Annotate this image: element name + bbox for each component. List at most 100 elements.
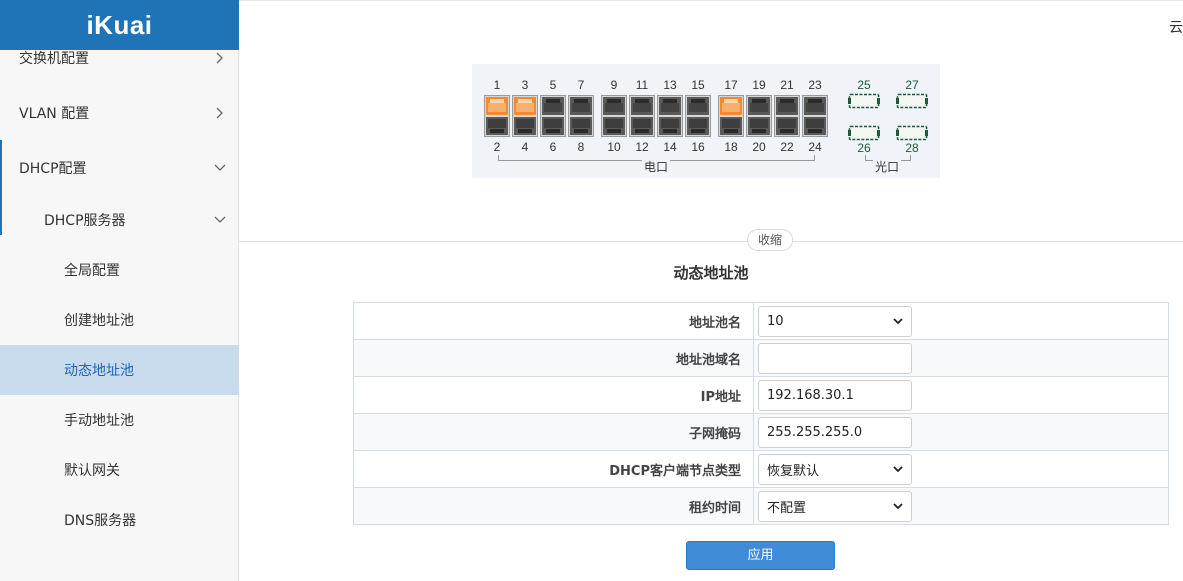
lease-time-value: 不配置 xyxy=(767,500,807,516)
node-type-value: 恢复默认 xyxy=(767,463,820,479)
sidebar-item-dns-server[interactable]: DNS服务器 xyxy=(0,495,239,545)
port-number-label: 12 xyxy=(635,140,649,154)
ip-address-label: IP地址 xyxy=(353,376,754,414)
form-row-node-type: DHCP客户端节点类型 恢复默认 xyxy=(353,450,1169,488)
ethernet-port-icon[interactable] xyxy=(657,95,683,137)
port-number-label: 16 xyxy=(691,140,705,154)
electric-port-label: 电口 xyxy=(642,158,671,175)
pool-name-value: 10 xyxy=(767,313,784,329)
sidebar-item-label: DHCP配置 xyxy=(19,161,87,177)
logo-bar: iKuai xyxy=(0,0,239,50)
sidebar-item-label: VLAN 配置 xyxy=(19,106,90,122)
pool-domain-input[interactable] xyxy=(758,342,912,374)
port-number-label: 7 xyxy=(577,78,585,92)
ethernet-port-icon[interactable] xyxy=(568,95,594,137)
optic-port-number-label: 26 xyxy=(857,141,871,155)
port-number-label: 23 xyxy=(808,78,822,92)
port-number-label: 1 xyxy=(493,78,501,92)
port-number-label: 10 xyxy=(607,140,621,154)
chevron-down-icon xyxy=(893,317,903,325)
top-right-text[interactable]: 云 xyxy=(1169,17,1183,37)
sidebar-item-label: 动态地址池 xyxy=(64,363,134,379)
ethernet-port-icon[interactable] xyxy=(718,95,744,137)
node-type-select[interactable]: 恢复默认 xyxy=(758,453,912,485)
optic-port-number-label: 28 xyxy=(905,141,919,155)
sidebar-item-label: 创建地址池 xyxy=(64,313,134,329)
sfp-port-icon[interactable] xyxy=(896,125,928,141)
optic-port-number-label: 27 xyxy=(905,78,919,92)
chevron-down-icon xyxy=(211,211,229,229)
sidebar-item-vlan-config[interactable]: VLAN 配置 xyxy=(0,88,239,138)
port-number-label: 2 xyxy=(493,140,501,154)
port-number-label: 21 xyxy=(780,78,794,92)
sidebar-item-label: 默认网关 xyxy=(64,463,120,479)
port-number-label: 4 xyxy=(521,140,529,154)
ethernet-port-icon[interactable] xyxy=(685,95,711,137)
sidebar-item-global-config[interactable]: 全局配置 xyxy=(0,245,239,295)
sidebar-item-label: DHCP服务器 xyxy=(44,213,126,229)
form-row-lease-time: 租约时间 不配置 xyxy=(353,487,1169,525)
chevron-down-icon xyxy=(211,159,229,177)
port-number-label: 20 xyxy=(752,140,766,154)
pool-name-select[interactable]: 10 xyxy=(758,305,912,337)
subnet-mask-input[interactable]: 255.255.255.0 xyxy=(758,416,912,448)
ethernet-port-icon[interactable] xyxy=(802,95,828,137)
ethernet-port-icon[interactable] xyxy=(484,95,510,137)
optic-port-label: 光口 xyxy=(873,158,902,175)
ethernet-port-icon[interactable] xyxy=(774,95,800,137)
ethernet-port-icon[interactable] xyxy=(601,95,627,137)
switch-port-panel: 电口 光口 1 2 3 4 5 6 7 8 9 10 11 12 13 14 15 16 17 18 19 20 21 2… xyxy=(472,64,940,178)
lease-time-select[interactable]: 不配置 xyxy=(758,490,912,522)
port-number-label: 22 xyxy=(780,140,794,154)
apply-button[interactable]: 应用 xyxy=(686,541,835,570)
sfp-port-icon[interactable] xyxy=(896,93,928,109)
form-row-ip-address: IP地址 192.168.30.1 xyxy=(353,376,1169,414)
sidebar-item-label: DNS服务器 xyxy=(64,513,137,529)
sidebar-item-manual-pool[interactable]: 手动地址池 xyxy=(0,395,239,445)
optic-port-number-label: 25 xyxy=(857,78,871,92)
collapse-button[interactable]: 收缩 xyxy=(747,229,793,251)
port-number-label: 9 xyxy=(610,78,618,92)
ethernet-port-icon[interactable] xyxy=(746,95,772,137)
form-row-pool-name: 地址池名 10 xyxy=(353,302,1169,340)
port-number-label: 6 xyxy=(549,140,557,154)
port-number-label: 3 xyxy=(521,78,529,92)
ip-address-input[interactable]: 192.168.30.1 xyxy=(758,379,912,411)
port-number-label: 19 xyxy=(752,78,766,92)
sfp-port-icon[interactable] xyxy=(848,93,880,109)
port-number-label: 8 xyxy=(577,140,585,154)
sfp-port-icon[interactable] xyxy=(848,125,880,141)
port-number-label: 18 xyxy=(724,140,738,154)
port-number-label: 13 xyxy=(663,78,677,92)
form-title: 动态地址池 xyxy=(673,264,749,282)
ethernet-port-icon[interactable] xyxy=(629,95,655,137)
port-number-label: 24 xyxy=(808,140,822,154)
sidebar-item-dhcp-config[interactable]: DHCP配置 xyxy=(0,143,239,193)
sidebar-item-dhcp-server[interactable]: DHCP服务器 xyxy=(0,195,239,245)
port-number-label: 17 xyxy=(724,78,738,92)
top-edge xyxy=(239,0,1183,1)
section-divider xyxy=(239,241,1183,242)
chevron-down-icon xyxy=(893,465,903,473)
chevron-down-icon xyxy=(893,502,903,510)
port-number-label: 15 xyxy=(691,78,705,92)
form-row-pool-domain: 地址池域名 xyxy=(353,339,1169,377)
ikuai-logo: iKuai xyxy=(86,9,153,40)
sidebar-item-create-pool[interactable]: 创建地址池 xyxy=(0,295,239,345)
pool-domain-label: 地址池域名 xyxy=(353,339,754,377)
chevron-right-icon xyxy=(211,104,229,122)
ethernet-port-icon[interactable] xyxy=(540,95,566,137)
sidebar: iKuai 交换机配置 VLAN 配置 DHCP配置 DHCP服务器 全局配置 … xyxy=(0,0,239,581)
port-number-label: 11 xyxy=(635,78,649,92)
node-type-label: DHCP客户端节点类型 xyxy=(353,450,754,488)
ethernet-port-icon[interactable] xyxy=(512,95,538,137)
sidebar-item-label: 交换机配置 xyxy=(19,51,89,67)
sidebar-item-label: 手动地址池 xyxy=(64,413,134,429)
sidebar-item-dynamic-pool[interactable]: 动态地址池 xyxy=(0,345,239,395)
subnet-mask-value: 255.255.255.0 xyxy=(767,424,863,440)
sidebar-item-default-gateway[interactable]: 默认网关 xyxy=(0,445,239,495)
dynamic-pool-form: 地址池名 10 地址池域名 IP地址 192.168.30.1 子网掩码 255… xyxy=(353,302,1169,525)
pool-name-label: 地址池名 xyxy=(353,302,754,340)
main-content: 云 电口 光口 1 2 3 4 5 6 7 8 9 10 11 12 13 14 15 16 17 18 19 20 2… xyxy=(239,0,1183,581)
ip-address-value: 192.168.30.1 xyxy=(767,387,854,403)
